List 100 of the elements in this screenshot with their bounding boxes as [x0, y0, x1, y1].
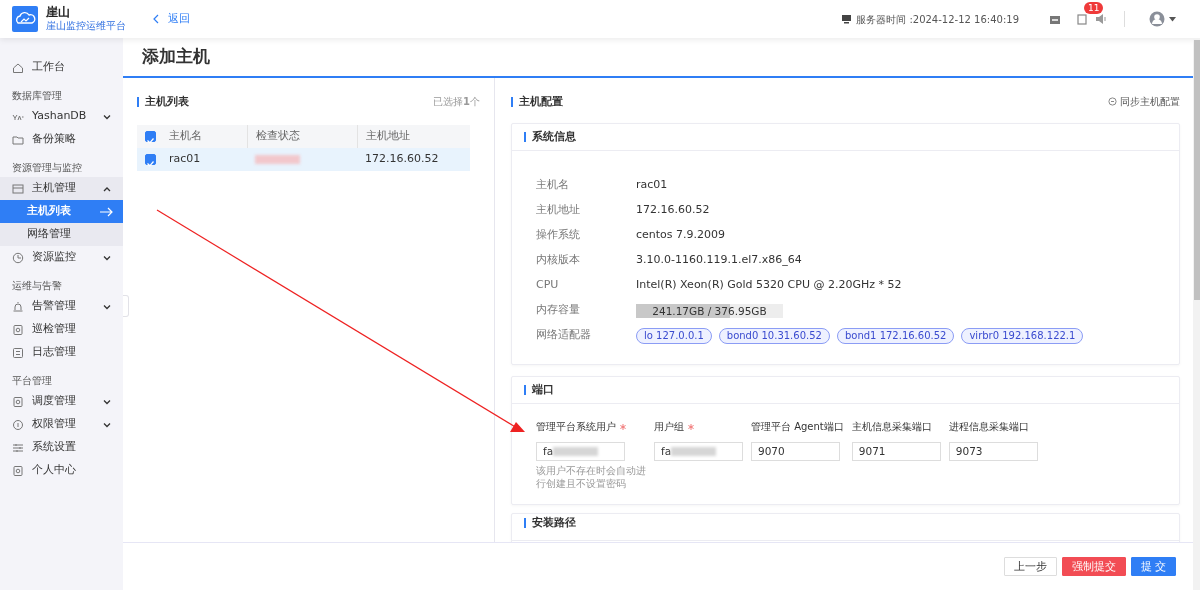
app-subtitle: 崖山监控运维平台 — [46, 19, 126, 32]
sidebar-item[interactable]: 系统设置 — [0, 436, 123, 459]
calendar-icon — [1049, 13, 1061, 25]
app-name: 崖山 — [46, 6, 71, 20]
column-header: 主机名 — [168, 128, 203, 145]
field-label: 主机信息采集端口 — [851, 421, 932, 432]
field-label: 用户组 — [654, 421, 684, 432]
check-icon — [146, 158, 155, 168]
section-title: 主机配置 — [511, 96, 563, 107]
collapse-handle[interactable] — [123, 295, 129, 317]
row-checkbox[interactable] — [145, 154, 156, 165]
home-icon — [12, 61, 24, 74]
card-title: 安装路径 — [524, 518, 576, 528]
sliders-icon — [12, 441, 24, 454]
caret-down-icon — [1169, 16, 1176, 22]
footer-button[interactable]: 提 交 — [1130, 557, 1176, 576]
card-title: 系统信息 — [524, 132, 576, 142]
server-icon — [12, 182, 24, 195]
back-link[interactable]: 返回 — [153, 11, 190, 27]
notification-badge: 11 — [1084, 1, 1104, 14]
folder-icon — [12, 133, 24, 146]
arrow-right-icon — [100, 206, 113, 217]
chevron-up-icon — [103, 185, 111, 192]
field-value: 172.16.60.52 — [636, 202, 710, 219]
adapter-tag: lo 127.0.0.1 — [636, 327, 712, 344]
field-label: 进程信息采集端口 — [948, 421, 1029, 432]
logo-icon — [12, 6, 38, 32]
sync-icon — [1108, 97, 1117, 106]
table-cell-text: 172.16.60.52 — [364, 151, 440, 168]
sidebar-item[interactable]: 权限管理 — [0, 413, 123, 436]
field-value: Intel(R) Xeon(R) Gold 5320 CPU @ 2.20GHz * 52 — [636, 277, 902, 294]
sidebar-section-label: 平台管理 — [11, 374, 53, 388]
meter-reading: 241.17GB / 376.95GB — [651, 303, 768, 318]
sidebar-item[interactable]: YashanDB — [0, 105, 123, 128]
sidebar-section-label: 运维与告警 — [11, 279, 63, 293]
chevron-down-icon — [103, 303, 111, 310]
sidebar-item[interactable]: 日志管理 — [0, 341, 123, 364]
input-field[interactable]: 9071 — [851, 442, 941, 461]
field-label: 内存容量 — [536, 302, 581, 319]
speaker-icon — [1095, 13, 1107, 25]
sidebar-item[interactable]: 主机管理 — [0, 177, 123, 200]
adapter-tag: bond1 172.16.60.52 — [836, 327, 955, 344]
list-icon — [12, 346, 24, 359]
check-icon — [146, 135, 155, 145]
field-value: 3.10.0-1160.119.1.el7.x86_64 — [636, 252, 802, 269]
sidebar-section-label: 数据库管理 — [11, 89, 63, 103]
table-cell-text: rac01 — [168, 151, 202, 168]
clock-icon — [12, 251, 24, 264]
selected-count: 已选择1个 — [433, 95, 480, 109]
chevron-down-icon — [103, 254, 111, 261]
document-icon — [12, 395, 24, 408]
footer-button[interactable]: 上一步 — [1003, 557, 1057, 576]
field-label: 管理平台 Agent端口 — [751, 421, 844, 432]
server-time: 服务器时间 :2024-12-12 16:40:19 — [856, 12, 1019, 27]
adapter-tag: virbr0 192.168.122.1 — [961, 327, 1084, 344]
sidebar-item[interactable]: 告警管理 — [0, 295, 123, 318]
field-label: 主机名 — [536, 177, 570, 194]
shield-icon — [12, 418, 24, 431]
input-field[interactable]: fa — [654, 442, 743, 461]
field-hint: 该用户不存在时会自动进行创建且不设置密码 — [536, 464, 646, 490]
chevron-down-icon — [103, 421, 111, 428]
field-label: 内核版本 — [536, 252, 581, 269]
alarm-icon — [12, 300, 24, 313]
sidebar-subitem[interactable]: 网络管理 — [0, 223, 123, 246]
sidebar-item[interactable]: 调度管理 — [0, 390, 123, 413]
sidebar-item[interactable]: 备份策略 — [0, 128, 123, 151]
field-label: 操作系统 — [536, 227, 581, 244]
sidebar-item[interactable]: 工作台 — [0, 56, 123, 79]
sidebar-item[interactable]: 巡检管理 — [0, 318, 123, 341]
redacted-status — [255, 155, 300, 164]
monitor-icon — [841, 14, 853, 24]
field-label: 主机地址 — [536, 202, 581, 219]
chevron-down-icon — [103, 398, 111, 405]
input-field[interactable]: fa — [536, 442, 625, 461]
redacted-text — [671, 447, 717, 456]
scrollbar-thumb[interactable] — [1194, 40, 1200, 300]
select-all-checkbox[interactable] — [145, 131, 156, 142]
section-title: 主机列表 — [137, 96, 189, 107]
sidebar-item[interactable]: 资源监控 — [0, 246, 123, 269]
field-value: rac01 — [636, 177, 668, 194]
input-field[interactable]: 9070 — [751, 442, 840, 461]
sidebar-subitem[interactable]: 主机列表 — [0, 200, 123, 223]
card-title: 端口 — [524, 385, 554, 395]
table-row[interactable]: rac01 172.16.60.52 — [137, 148, 470, 171]
document-icon — [12, 323, 24, 336]
avatar-icon — [1149, 11, 1165, 27]
document-icon — [12, 464, 24, 477]
sync-link[interactable]: 同步主机配置 — [1108, 94, 1180, 109]
input-field[interactable]: 9073 — [948, 442, 1038, 461]
back-icon — [153, 14, 159, 24]
chevron-down-icon — [103, 113, 111, 120]
field-label: CPU — [536, 277, 560, 294]
redacted-text — [553, 447, 599, 456]
field-label: 网络适配器 — [536, 327, 592, 344]
footer-button[interactable]: 强制提交 — [1061, 557, 1126, 576]
sidebar-section-label: 资源管理与监控 — [11, 161, 83, 175]
field-label: 管理平台系统用户 — [536, 421, 616, 432]
message-icon — [1077, 12, 1087, 25]
adapter-tag: bond0 10.31.60.52 — [718, 327, 830, 344]
sidebar-item[interactable]: 个人中心 — [0, 459, 123, 482]
